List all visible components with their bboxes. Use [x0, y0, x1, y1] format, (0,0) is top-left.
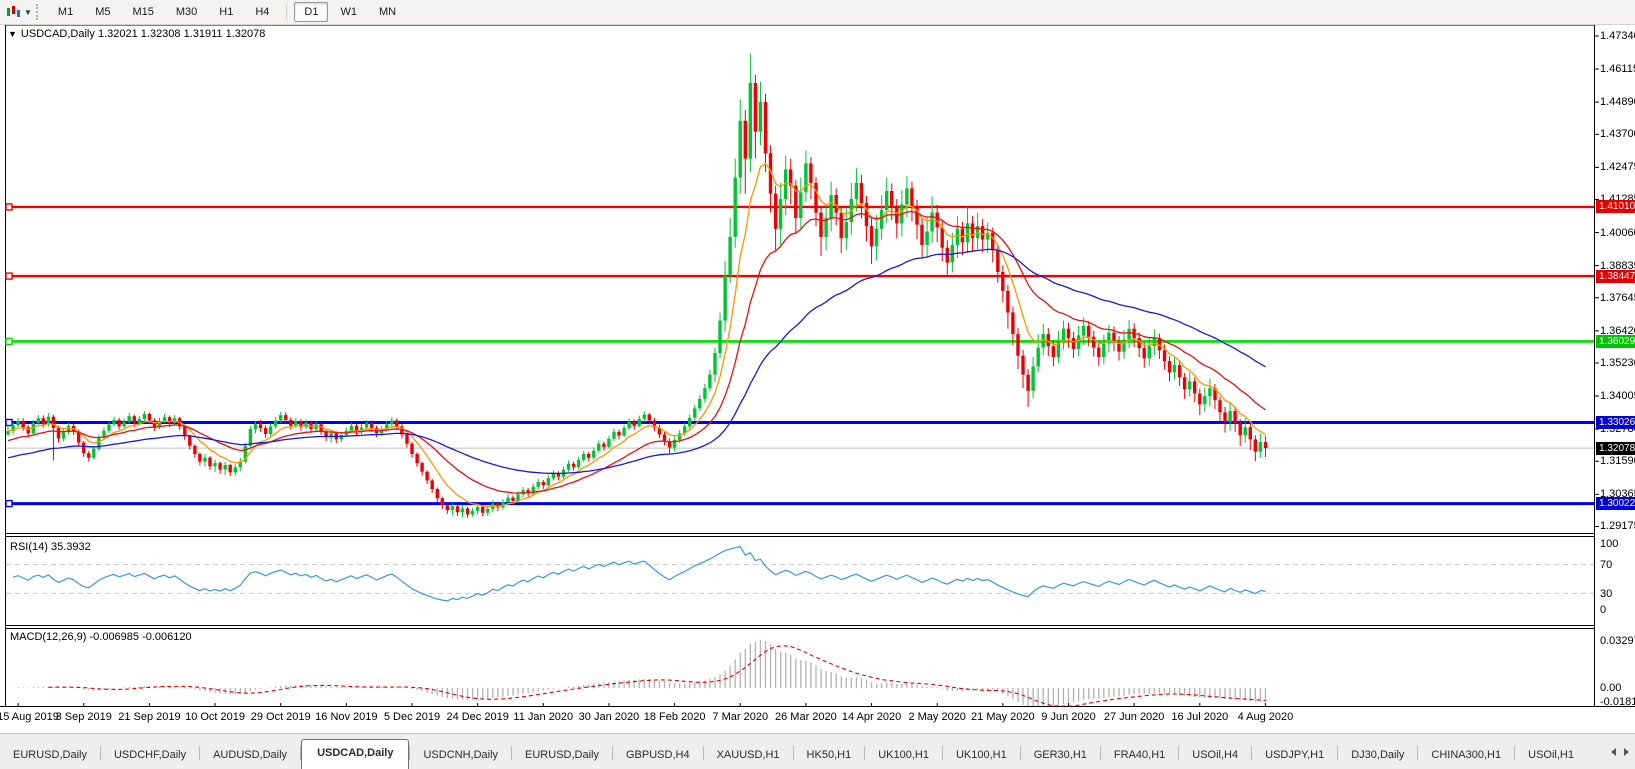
- timeframe-button-h4[interactable]: H4: [245, 2, 279, 22]
- rsi-axis-label: 70: [1600, 559, 1613, 571]
- rsi-indicator-label: RSI(14) 35.3932: [10, 541, 91, 553]
- tab-usoil-h4-13[interactable]: USOil,H4: [1179, 743, 1251, 769]
- tab-ger30-h1-11[interactable]: GER30,H1: [1021, 743, 1100, 769]
- tab-uk100-h1-9[interactable]: UK100,H1: [865, 743, 942, 769]
- price-tick-label: 1.42475: [1600, 161, 1635, 174]
- tab-usdjpy-h1-14[interactable]: USDJPY,H1: [1252, 743, 1337, 769]
- tab-hk50-h1-8[interactable]: HK50,H1: [794, 743, 865, 769]
- timeframe-button-m30[interactable]: M30: [166, 2, 207, 22]
- price-level-badge: 1.33026: [1596, 415, 1635, 429]
- macd-axis-label: -0.01815: [1600, 696, 1635, 708]
- tab-eurusd-daily-0[interactable]: EURUSD,Daily: [0, 743, 100, 769]
- toolbar-grip: [35, 4, 41, 20]
- chart-tab-bar: EURUSD,Daily USDCHF,Daily AUDUSD,Daily USDC…: [0, 733, 1635, 769]
- indicators-dropdown-icon[interactable]: ▼: [24, 8, 32, 17]
- timeframe-button-m15[interactable]: M15: [122, 2, 163, 22]
- price-level-badge: 1.30022: [1596, 497, 1635, 511]
- date-tick-label: 2 May 2020: [908, 711, 966, 723]
- rsi-name: RSI(14): [10, 541, 48, 553]
- price-tick-label: 1.47340: [1600, 30, 1635, 42]
- macd-values: -0.006985 -0.006120: [89, 631, 192, 643]
- tab-gbpusd-h4-6[interactable]: GBPUSD,H4: [613, 743, 703, 769]
- date-tick-label: 15 Aug 2019: [0, 711, 59, 723]
- toolbar-separator: [286, 4, 288, 20]
- tab-usdcad-daily-3[interactable]: USDCAD,Daily: [301, 739, 410, 769]
- chart-window: ▼ USDCAD,Daily 1.32021 1.32308 1.31911 1.…: [0, 25, 1635, 732]
- price-tick-label: 1.46115: [1600, 63, 1635, 76]
- rsi-axis-label: 0: [1600, 604, 1607, 616]
- rsi-axis-label: 30: [1600, 588, 1613, 600]
- price-tick-label: 1.43700: [1600, 128, 1635, 141]
- tab-scroll-left-icon[interactable]: [1611, 747, 1616, 756]
- date-tick-label: 5 Dec 2019: [383, 711, 441, 723]
- price-tick-label: 1.35230: [1600, 356, 1635, 369]
- price-tick-label: 1.44890: [1600, 96, 1635, 109]
- date-tick-label: 29 Oct 2019: [250, 711, 311, 723]
- price-level-badge: 1.32078: [1596, 441, 1635, 455]
- date-tick-label: 11 Jan 2020: [513, 711, 574, 723]
- date-tick-label: 9 Jun 2020: [1041, 711, 1096, 723]
- tab-xauusd-h1-7[interactable]: XAUUSD,H1: [704, 743, 793, 769]
- timeframe-toolbar: ▼ M1 M5 M15 M30 H1 H4 D1 W1 MN: [0, 0, 1635, 25]
- date-tick-label: 14 Apr 2020: [841, 711, 902, 723]
- tab-china300-h1-16[interactable]: CHINA300,H1: [1418, 743, 1514, 769]
- timeframe-button-m5[interactable]: M5: [85, 2, 120, 22]
- chart-canvas[interactable]: [0, 25, 1635, 707]
- chart-quote-ohlc: 1.32021 1.32308 1.31911 1.32078: [97, 28, 266, 40]
- tab-audusd-daily-2[interactable]: AUDUSD,Daily: [200, 743, 300, 769]
- date-tick-label: 24 Dec 2019: [446, 711, 509, 723]
- tab-scroll-right-icon[interactable]: [1624, 747, 1629, 756]
- tab-usoil-h1-17[interactable]: USOil,H1: [1515, 743, 1587, 769]
- timeframe-button-d1[interactable]: D1: [294, 2, 329, 22]
- timeframe-button-w1[interactable]: W1: [330, 2, 367, 22]
- date-tick-label: 27 Jun 2020: [1103, 711, 1165, 723]
- date-tick-label: 10 Oct 2019: [185, 711, 246, 723]
- chart-dropdown-icon[interactable]: ▼: [8, 29, 17, 39]
- indicators-icon[interactable]: [5, 5, 21, 19]
- price-level-badge: 1.38447: [1596, 269, 1635, 283]
- price-tick-label: 1.37645: [1600, 291, 1635, 304]
- chart-title: ▼ USDCAD,Daily 1.32021 1.32308 1.31911 1.…: [8, 28, 265, 40]
- date-tick-label: 16 Nov 2019: [315, 711, 378, 723]
- tab-eurusd-daily-5[interactable]: EURUSD,Daily: [512, 743, 612, 769]
- date-tick-label: 21 May 2020: [971, 711, 1035, 723]
- price-level-badge: 1.36029: [1596, 334, 1635, 348]
- price-tick-label: 1.34005: [1600, 390, 1635, 403]
- price-tick-label: 1.40060: [1600, 226, 1635, 239]
- timeframe-button-m1[interactable]: M1: [48, 2, 83, 22]
- date-tick-label: 30 Jan 2020: [578, 711, 640, 723]
- tab-dj30-daily-15[interactable]: DJ30,Daily: [1338, 743, 1417, 769]
- date-tick-label: 4 Aug 2020: [1237, 711, 1294, 723]
- macd-name: MACD(12,26,9): [10, 631, 87, 643]
- macd-axis-label: 0.032972: [1600, 635, 1635, 647]
- macd-axis-label: 0.00: [1600, 682, 1622, 694]
- timeframe-button-h1[interactable]: H1: [209, 2, 243, 22]
- date-tick-label: 18 Feb 2020: [643, 711, 706, 723]
- price-tick-label: 1.29175: [1600, 520, 1635, 533]
- date-tick-label: 16 Jul 2020: [1171, 711, 1229, 723]
- tab-fra40-h1-12[interactable]: FRA40,H1: [1101, 743, 1178, 769]
- date-tick-label: 21 Sep 2019: [118, 711, 181, 723]
- price-tick-label: 1.31590: [1600, 455, 1635, 468]
- date-tick-label: 26 Mar 2020: [775, 711, 837, 723]
- rsi-axis-label: 100: [1600, 538, 1619, 550]
- timeframe-button-mn[interactable]: MN: [369, 2, 406, 22]
- chart-symbol: USDCAD,Daily: [20, 28, 95, 40]
- tab-usdcnh-daily-4[interactable]: USDCNH,Daily: [410, 743, 511, 769]
- date-tick-label: 7 Mar 2020: [712, 711, 769, 723]
- price-level-badge: 1.41010: [1596, 200, 1635, 214]
- date-tick-label: 3 Sep 2019: [55, 711, 112, 723]
- macd-indicator-label: MACD(12,26,9) -0.006985 -0.006120: [10, 631, 192, 643]
- tab-uk100-h1-10[interactable]: UK100,H1: [943, 743, 1020, 769]
- rsi-value: 35.3932: [50, 541, 91, 553]
- tab-usdchf-daily-1[interactable]: USDCHF,Daily: [101, 743, 199, 769]
